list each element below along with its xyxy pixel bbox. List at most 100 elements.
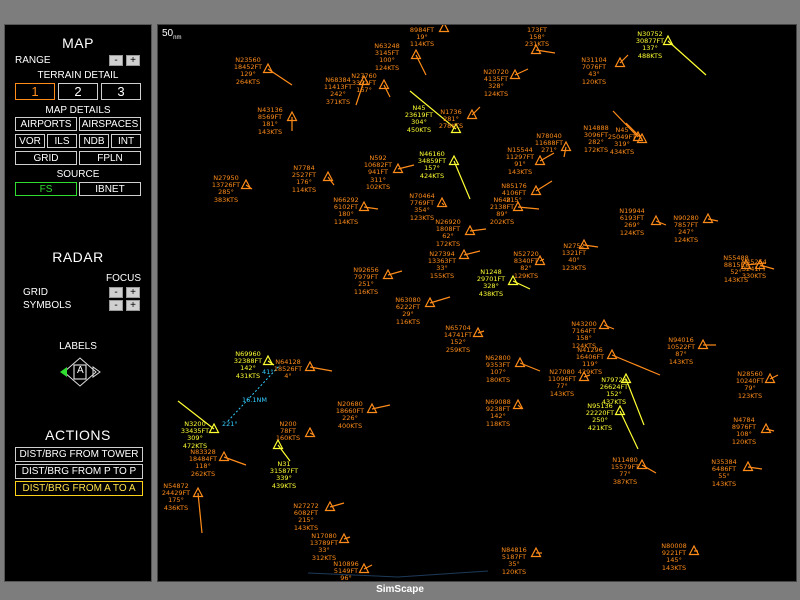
- aircraft-velocity-vector: [747, 466, 763, 470]
- range-scale-unit: nm: [173, 35, 182, 41]
- aircraft-data-line: 143KTS: [507, 167, 533, 176]
- aircraft-data-tag[interactable]: N90280 7857FT 247° 124KTS: [662, 214, 710, 244]
- aircraft-data-line: 262KTS: [190, 469, 216, 478]
- labels-left-arrow-icon[interactable]: [60, 367, 67, 377]
- dist-brg-p-to-p-button[interactable]: DIST/BRG FROM P TO P: [15, 464, 143, 479]
- aircraft-data-tag[interactable]: N35384 6486FT 55° 143KTS: [700, 458, 748, 488]
- aircraft-data-tag[interactable]: N45264 3241FT 330KTS: [730, 258, 778, 281]
- aircraft-data-tag[interactable]: N27272 6082FT 215° 143KTS: [282, 502, 330, 532]
- aircraft-data-tag[interactable]: N15544 11297FT 91° 143KTS: [496, 146, 544, 176]
- range-plus-button[interactable]: +: [126, 55, 140, 66]
- aircraft-data-line: 123KTS: [737, 391, 763, 400]
- int-button[interactable]: INT: [111, 134, 141, 148]
- aircraft-data-tag[interactable]: 173FT 158° 231KTS: [513, 26, 561, 49]
- aircraft-data-tag[interactable]: N2752 1321FT 40° 123KTS: [550, 242, 598, 272]
- aircraft-data-line: 155KTS: [429, 271, 455, 280]
- aircraft-data-tag[interactable]: N83328 18484FT 118° 262KTS: [179, 448, 227, 478]
- aircraft-data-line: 120KTS: [581, 77, 607, 86]
- aircraft-data-tag[interactable]: N63080 6222FT 29° 116KTS: [384, 296, 432, 326]
- radar-section-title: RADAR: [52, 249, 104, 265]
- range-minus-button[interactable]: -: [109, 55, 123, 66]
- aircraft-data-tag[interactable]: N20680 18660FT 226° 400KTS: [326, 400, 374, 430]
- aircraft-data-line: 231KTS: [524, 40, 550, 49]
- terrain-detail-2-button[interactable]: 2: [58, 83, 98, 100]
- symbols-plus-button[interactable]: +: [126, 300, 140, 311]
- aircraft-data-tag[interactable]: N69088 9238FT 142° 118KTS: [474, 398, 522, 428]
- aircraft-data-tag[interactable]: N46160 34859FT 157° 424KTS: [408, 150, 456, 180]
- dist-brg-from-tower-button[interactable]: DIST/BRG FROM TOWER: [15, 447, 143, 462]
- aircraft-data-line: 123KTS: [561, 263, 587, 272]
- aircraft-data-tag[interactable]: N62800 9353FT 107° 180KTS: [474, 354, 522, 384]
- vor-button[interactable]: VOR: [15, 134, 45, 148]
- aircraft-data-tag[interactable]: N4784 8976FT 108° 120KTS: [720, 416, 768, 446]
- aircraft-data-tag[interactable]: N31 31587FT 339° 439KTS: [260, 460, 308, 490]
- aircraft-data-tag[interactable]: N19944 6193FT 269° 124KTS: [608, 207, 656, 237]
- aircraft-data-tag[interactable]: N23560 18452FT 129° 264KTS: [224, 56, 272, 86]
- radar-display[interactable]: 50nm 8984FT 19° 114KTS 173FT 158° 231KTS N3075…: [157, 24, 797, 582]
- aircraft-data-line: 400KTS: [337, 421, 363, 430]
- aircraft-data-tag[interactable]: N592 10682FT 941FT 311° 102KTS: [354, 154, 402, 191]
- aircraft-data-line: 167°: [356, 86, 372, 95]
- aircraft-data-tag[interactable]: N65704 14741FT 152° 259KTS: [434, 324, 482, 354]
- aircraft-data-tag[interactable]: N63248 3145FT 100° 124KTS: [363, 42, 411, 72]
- labels-label: LABELS: [59, 341, 97, 352]
- terrain-detail-label: TERRAIN DETAIL: [37, 70, 119, 81]
- aircraft-data-tag[interactable]: N648 2138FT 89° 202KTS: [478, 196, 526, 226]
- grid-button[interactable]: GRID: [15, 151, 77, 165]
- aircraft-data-tag[interactable]: N1736 281° 278KTS: [427, 108, 475, 131]
- aircraft-data-tag[interactable]: N84816 5187FT 35° 120KTS: [490, 546, 538, 576]
- aircraft-data-tag[interactable]: N1248 29701FT 328° 438KTS: [467, 268, 515, 298]
- footer-title: SimScape: [376, 584, 424, 595]
- aircraft-data-tag[interactable]: N45 25049FT 319° 434KTS: [598, 126, 646, 156]
- aircraft-data-tag[interactable]: N27950 13726FT 285° 383KTS: [202, 174, 250, 204]
- aircraft-data-tag[interactable]: N30752 30877FT 137° 488KTS: [626, 30, 674, 60]
- aircraft-data-line: 114KTS: [333, 217, 359, 226]
- terrain-detail-3-button[interactable]: 3: [101, 83, 141, 100]
- aircraft-data-line: 436KTS: [163, 503, 189, 512]
- aircraft-data-tag[interactable]: N11480 15579FT 77° 387KTS: [601, 456, 649, 486]
- ils-button[interactable]: ILS: [47, 134, 77, 148]
- symbols-minus-button[interactable]: -: [109, 300, 123, 311]
- aircraft-data-tag[interactable]: N27394 13363FT 33° 155KTS: [418, 250, 466, 280]
- aircraft-data-tag[interactable]: N200 78FT 160KTS: [264, 420, 312, 443]
- aircraft-data-tag[interactable]: N26920 1808FT 62° 172KTS: [424, 218, 472, 248]
- grid-plus-button[interactable]: +: [126, 287, 140, 298]
- aircraft-data-tag[interactable]: N66292 6102FT 180° 114KTS: [322, 196, 370, 226]
- aircraft-data-line: 114KTS: [291, 185, 317, 194]
- source-ibnet-button[interactable]: IBNET: [79, 182, 141, 196]
- aircraft-symbol-icon[interactable]: [410, 48, 422, 60]
- aircraft-data-tag[interactable]: N94016 10522FT 87° 143KTS: [657, 336, 705, 366]
- airports-button[interactable]: AIRPORTS: [15, 117, 77, 131]
- aircraft-data-tag[interactable]: N80008 9221FT 145° 143KTS: [650, 542, 698, 572]
- aircraft-data-tag[interactable]: N95136 22220FT 250° 421KTS: [576, 402, 624, 432]
- dist-brg-a-to-a-button[interactable]: DIST/BRG FROM A TO A: [15, 481, 143, 496]
- aircraft-data-tag[interactable]: N43136 8569FT 181° 143KTS: [246, 106, 294, 136]
- range-label: RANGE: [15, 55, 51, 66]
- aircraft-data-tag[interactable]: N3200 33435FT 309° 472KTS: [171, 420, 219, 450]
- map-details-label: MAP DETAILS: [45, 105, 111, 116]
- aircraft-data-line: 143KTS: [661, 563, 687, 572]
- aircraft-data-tag[interactable]: N7784 2527FT 176° 114KTS: [280, 164, 328, 194]
- aircraft-data-tag[interactable]: N54872 24429FT 175° 436KTS: [158, 482, 200, 512]
- aircraft-data-tag[interactable]: N31104 7076FT 43° 120KTS: [570, 56, 618, 86]
- aircraft-data-tag[interactable]: N28560 10240FT 79° 123KTS: [726, 370, 774, 400]
- aircraft-data-line: 124KTS: [374, 63, 400, 72]
- aircraft-data-tag[interactable]: N27760 3372FT 167°: [340, 72, 388, 95]
- terrain-detail-1-button[interactable]: 1: [15, 83, 55, 100]
- grid-minus-button[interactable]: -: [109, 287, 123, 298]
- aircraft-data-tag[interactable]: N20720 4135FT 328° 124KTS: [472, 68, 520, 98]
- source-label: SOURCE: [56, 169, 100, 180]
- ndb-button[interactable]: NDB: [79, 134, 109, 148]
- aircraft-data-tag[interactable]: N17080 13789FT 33° 312KTS: [300, 532, 348, 562]
- aircraft-data-tag[interactable]: N27080 11096FT 77° 143KTS: [538, 368, 586, 398]
- aircraft-data-line: 102KTS: [365, 182, 391, 191]
- aircraft-velocity-vector: [453, 160, 471, 200]
- airspaces-button[interactable]: AIRSPACES: [79, 117, 141, 131]
- aircraft-data-line: 120KTS: [731, 437, 757, 446]
- aircraft-data-tag[interactable]: N92656 7979FT 251° 116KTS: [342, 266, 390, 296]
- source-fs-button[interactable]: FS: [15, 182, 77, 196]
- aircraft-data-tag[interactable]: N10896 5149FT 96°: [322, 560, 370, 581]
- fpln-button[interactable]: FPLN: [79, 151, 141, 165]
- symbols-label: SYMBOLS: [23, 300, 72, 311]
- control-panel: MAP RANGE - + TERRAIN DETAIL 1 2 3 MAP D…: [4, 24, 152, 582]
